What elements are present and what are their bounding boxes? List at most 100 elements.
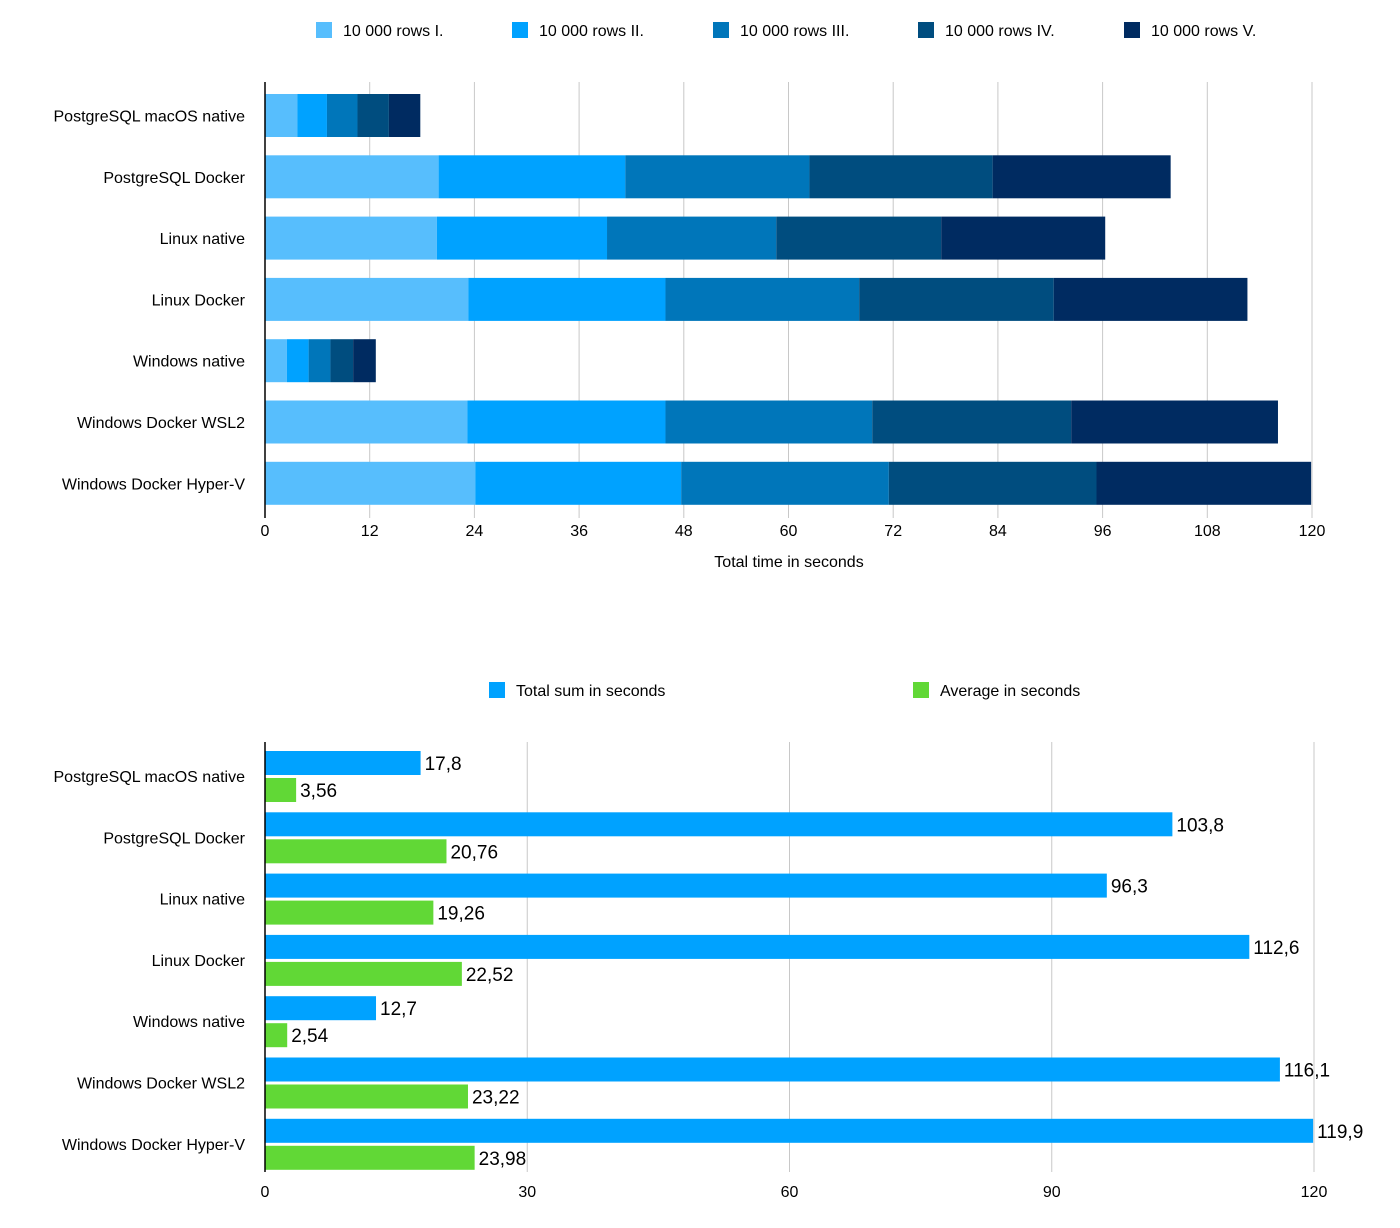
x-tick-label: 108 xyxy=(1194,523,1221,540)
bar-segment xyxy=(388,94,421,137)
legend-swatch xyxy=(918,22,934,38)
bar-segment xyxy=(859,277,1054,321)
x-tick-label: 0 xyxy=(261,1184,270,1201)
x-tick-label: 84 xyxy=(989,523,1007,540)
y-category-label: Linux Docker xyxy=(152,953,246,970)
bar xyxy=(265,1145,475,1170)
y-category-label: Linux native xyxy=(160,892,245,909)
bar-segment xyxy=(607,216,777,260)
y-category-label: Windows native xyxy=(133,1014,245,1031)
y-category-label: Linux Docker xyxy=(152,292,246,309)
bar-segment xyxy=(776,216,942,260)
x-tick-label: 120 xyxy=(1299,523,1326,540)
data-label: 12,7 xyxy=(380,999,417,1020)
bar-segment xyxy=(888,461,1097,505)
legend-label: Average in seconds xyxy=(940,683,1080,700)
y-category-label: PostgreSQL Docker xyxy=(103,830,245,847)
bar-segment xyxy=(625,155,810,199)
bar xyxy=(265,1084,468,1109)
legend-swatch xyxy=(713,22,729,38)
x-tick-label: 120 xyxy=(1301,1184,1328,1201)
bar-segment xyxy=(265,216,437,260)
bar-segment xyxy=(330,339,354,383)
data-label: 20,76 xyxy=(450,842,498,863)
legend-label: 10 000 rows IV. xyxy=(945,23,1055,40)
bar xyxy=(265,751,421,775)
bar xyxy=(265,1057,1280,1082)
bar-segment xyxy=(297,94,327,137)
y-category-label: Windows Docker WSL2 xyxy=(77,415,245,432)
bar-segment xyxy=(265,339,287,383)
bar-segment xyxy=(326,94,358,137)
bar xyxy=(265,873,1107,898)
legend-swatch xyxy=(1124,22,1140,38)
x-tick-label: 12 xyxy=(361,523,379,540)
bar xyxy=(265,1118,1314,1143)
grouped-bar-chart: Total sum in seconds Average in seconds 0 3… xyxy=(54,682,1363,1201)
bar xyxy=(265,812,1173,837)
y-category-label: Windows Docker Hyper-V xyxy=(62,1137,245,1154)
data-label: 23,98 xyxy=(479,1149,527,1170)
data-label: 19,26 xyxy=(437,904,485,925)
data-label: 17,8 xyxy=(425,754,462,775)
bar xyxy=(265,934,1250,959)
bar xyxy=(265,1023,288,1048)
data-label: 22,52 xyxy=(466,965,514,986)
bar-segment xyxy=(357,94,389,137)
legend-swatch xyxy=(913,682,929,698)
bar-segment xyxy=(265,400,468,444)
bar xyxy=(265,839,447,864)
bar-segment xyxy=(475,461,682,505)
x-tick-label: 48 xyxy=(675,523,693,540)
bar-segment xyxy=(872,400,1072,444)
bar-segment xyxy=(265,94,298,137)
bar-segment xyxy=(1096,461,1312,505)
y-category-label: Windows Docker Hyper-V xyxy=(62,476,245,493)
bar-segment xyxy=(1071,400,1278,444)
y-category-label: Windows native xyxy=(133,354,245,371)
bar xyxy=(265,778,297,802)
legend-label: 10 000 rows I. xyxy=(343,23,444,40)
legend-swatch xyxy=(489,682,505,698)
y-category-label: PostgreSQL macOS native xyxy=(54,109,246,126)
bar-segment xyxy=(468,277,666,321)
y-category-label: Linux native xyxy=(160,231,245,248)
bar-segment xyxy=(265,277,469,321)
data-label: 3,56 xyxy=(300,781,337,802)
legend-label: Total sum in seconds xyxy=(516,683,665,700)
x-tick-label: 90 xyxy=(1043,1184,1061,1201)
bar xyxy=(265,900,434,925)
legend-swatch xyxy=(512,22,528,38)
data-label: 116,1 xyxy=(1284,1061,1330,1082)
bar-segment xyxy=(809,155,993,199)
bar-segment xyxy=(353,339,376,383)
x-tick-label: 0 xyxy=(261,523,270,540)
bar-segment xyxy=(941,216,1106,260)
legend-label: 10 000 rows III. xyxy=(740,23,849,40)
data-label: 96,3 xyxy=(1111,877,1148,898)
y-category-label: PostgreSQL Docker xyxy=(103,170,245,187)
bar-segment xyxy=(436,216,608,260)
x-tick-label: 60 xyxy=(780,523,798,540)
bar-segment xyxy=(467,400,666,444)
legend-swatch xyxy=(316,22,332,38)
data-label: 23,22 xyxy=(472,1088,520,1109)
data-label: 112,6 xyxy=(1253,938,1299,959)
bar-segment xyxy=(665,277,860,321)
x-tick-label: 24 xyxy=(466,523,484,540)
x-tick-label: 72 xyxy=(884,523,902,540)
y-category-label: Windows Docker WSL2 xyxy=(77,1076,245,1093)
bar-segment xyxy=(308,339,331,383)
bar xyxy=(265,996,377,1021)
x-tick-label: 96 xyxy=(1094,523,1112,540)
bar xyxy=(265,961,462,986)
x-tick-label: 60 xyxy=(781,1184,799,1201)
legend-label: 10 000 rows II. xyxy=(539,23,644,40)
x-axis-title: Total time in seconds xyxy=(714,554,863,571)
bar-segment xyxy=(265,155,439,199)
bar-segment xyxy=(265,461,476,505)
bar-segment xyxy=(438,155,626,199)
legend-label: 10 000 rows V. xyxy=(1151,23,1256,40)
bar-segment xyxy=(665,400,873,444)
data-label: 2,54 xyxy=(291,1026,328,1047)
